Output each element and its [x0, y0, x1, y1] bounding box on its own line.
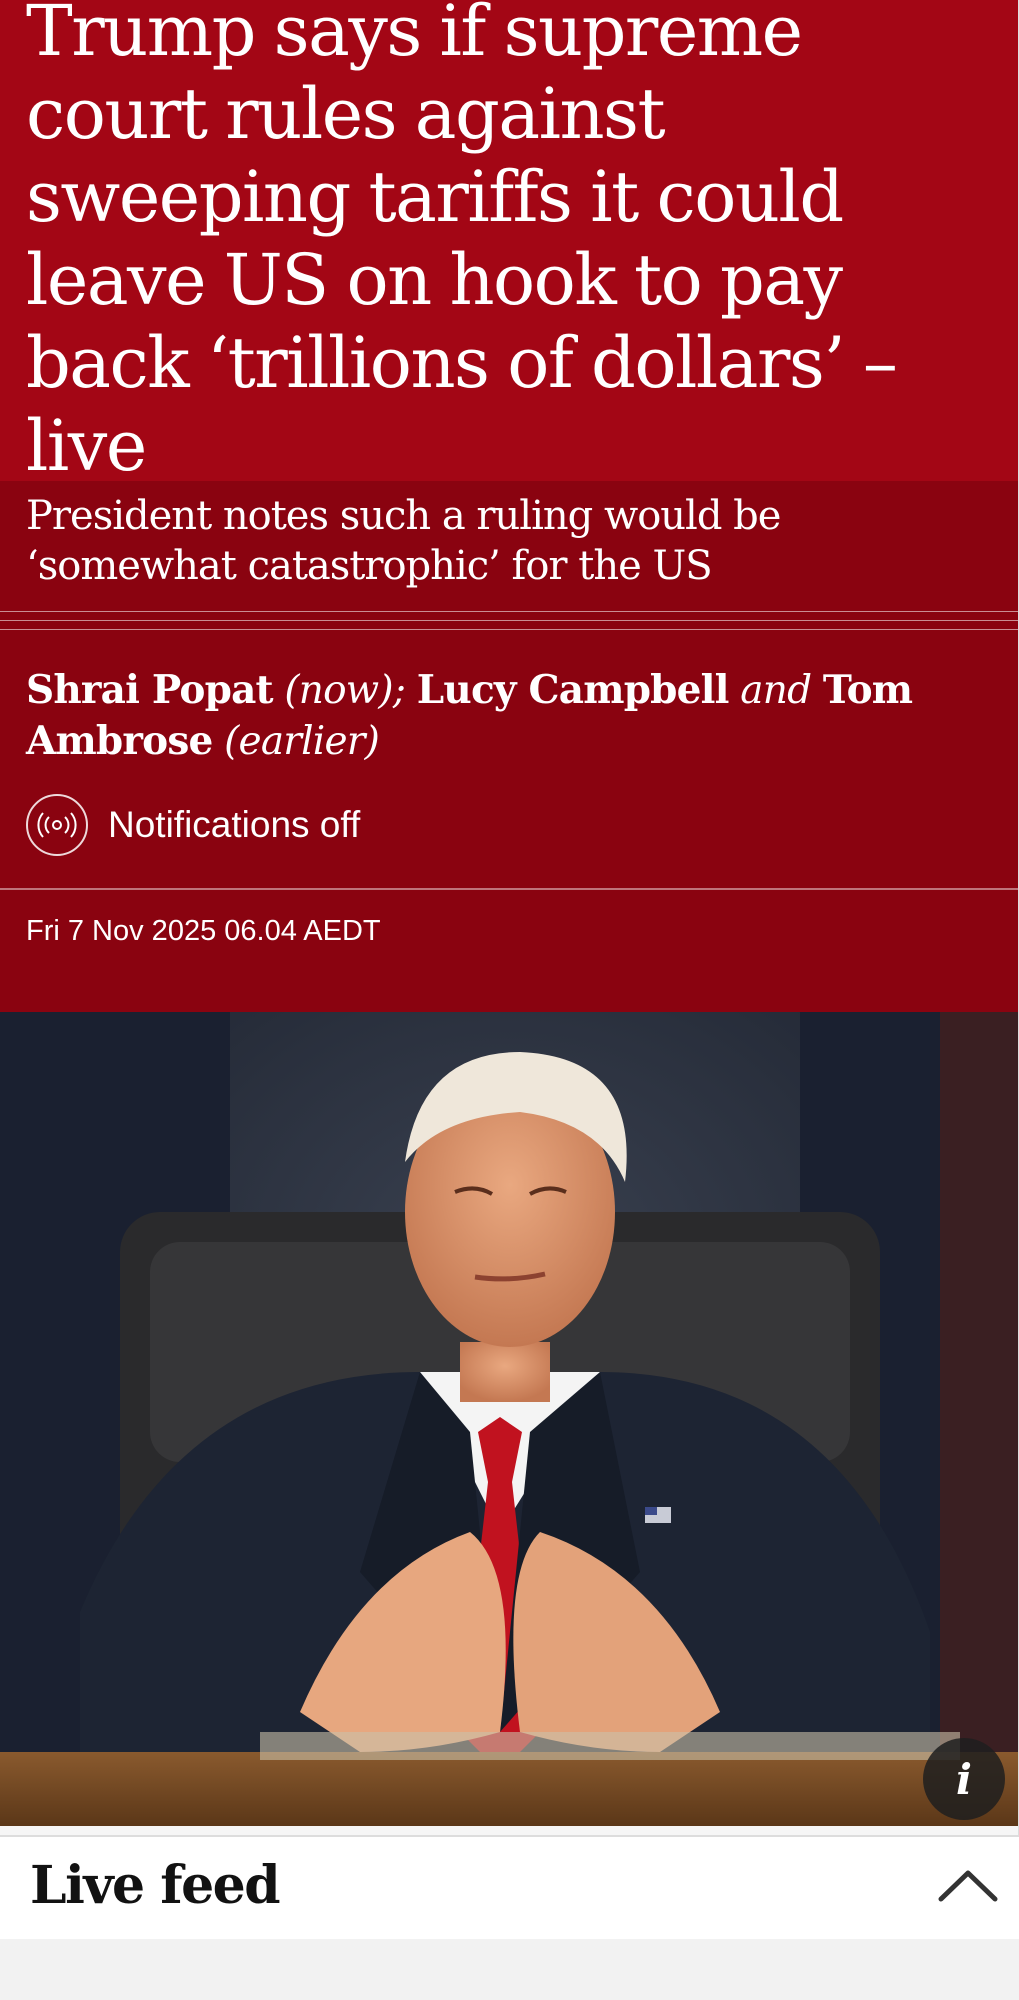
byline-note: (now);	[284, 668, 406, 713]
byline: Shrai Popat (now); Lucy Campbell and Tom…	[26, 665, 986, 767]
live-feed-bar[interactable]: Live feed	[0, 1835, 1019, 1939]
author-link[interactable]: Lucy Campbell	[417, 667, 730, 713]
info-icon[interactable]: i	[923, 1738, 1005, 1820]
notifications-label: Notifications off	[108, 804, 361, 845]
chevron-up-icon[interactable]	[937, 1865, 999, 1905]
broadcast-icon	[26, 794, 88, 856]
divider	[0, 888, 1019, 890]
author-link[interactable]: Shrai Popat	[26, 667, 274, 713]
info-label: i	[956, 1754, 972, 1804]
page-background	[0, 1939, 1019, 2000]
standfirst-block: President notes such a ruling would be ‘…	[0, 481, 1019, 611]
byline-connector: and	[740, 668, 812, 713]
meta-block: Shrai Popat (now); Lucy Campbell and Tom…	[0, 641, 1019, 1012]
photo-illustration	[0, 1012, 1019, 1826]
article-standfirst: President notes such a ruling would be ‘…	[26, 493, 781, 589]
article-headline: Trump says if supreme court rules agains…	[26, 0, 898, 487]
lead-photo: i	[0, 1012, 1019, 1826]
divider-rules	[0, 611, 1019, 641]
notifications-toggle[interactable]: Notifications off	[26, 794, 360, 856]
headline-block: Trump says if supreme court rules agains…	[0, 0, 1019, 487]
live-feed-title: Live feed	[30, 1855, 281, 1916]
byline-note: (earlier)	[224, 719, 380, 764]
publish-date: Fri 7 Nov 2025 06.04 AEDT	[26, 915, 381, 947]
